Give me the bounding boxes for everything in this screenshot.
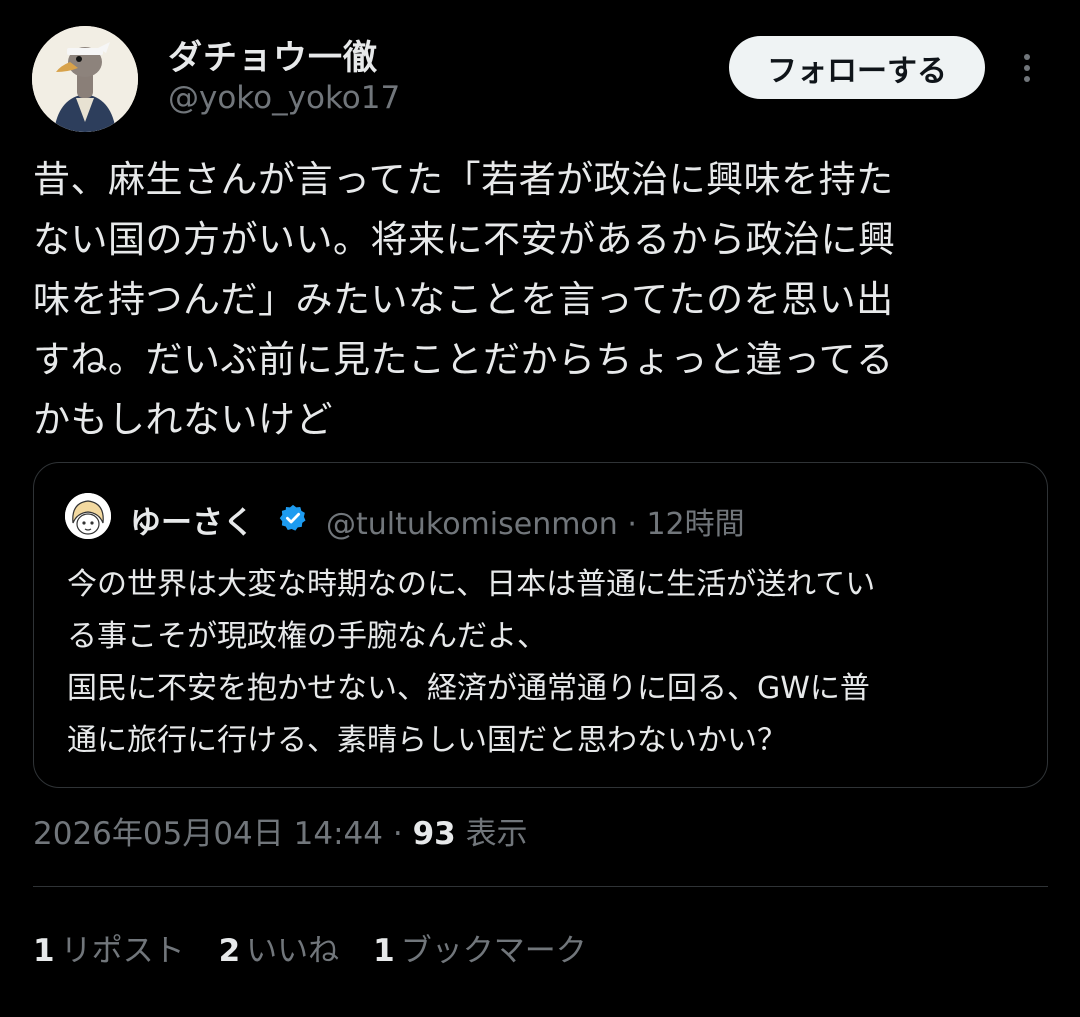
author-avatar[interactable] [32,26,138,132]
meta-separator: · [392,816,403,852]
views-label: 表示 [465,816,528,852]
quoted-author-name[interactable]: ゆーさく [130,497,254,542]
quoted-time[interactable]: 12時間 [646,507,744,542]
bookmarks-label: ブックマーク [400,933,587,969]
reposts-stat[interactable]: 1 リポスト [33,925,185,970]
engagement-stats: 1 リポスト 2 いいね 1 ブックマーク [33,925,587,970]
ostrich-avatar-icon [32,26,138,132]
author-display-name[interactable]: ダチョウ一徹 [168,30,378,79]
likes-count: 2 [218,933,241,969]
reposts-label: リポスト [60,933,185,969]
divider [33,886,1048,887]
quoted-meta: @tultukomisenmon · 12時間 [326,499,745,543]
quoted-author-handle[interactable]: @tultukomisenmon [326,507,618,542]
reposts-count: 1 [33,933,55,969]
quoted-tweet[interactable]: ゆーさく @tultukomisenmon · 12時間 今の世界は大変な時期な… [33,462,1048,788]
views-count: 93 [412,816,456,852]
more-vertical-icon[interactable] [1012,48,1042,88]
follow-button[interactable]: フォローする [729,36,985,99]
quoted-author-avatar[interactable] [65,493,111,539]
tweet-detail: ダチョウ一徹 @yoko_yoko17 フォローする 昔、麻生さんが言ってた「若… [0,0,1080,1017]
quoted-tweet-text: 今の世界は大変な時期なのに、日本は普通に生活が送れてい る事こそが現政権の手腕な… [67,567,876,758]
bookmarks-stat[interactable]: 1 ブックマーク [373,925,587,970]
timestamp[interactable]: 2026年05月04日 14:44 [33,816,383,852]
timestamp-row: 2026年05月04日 14:44 · 93 表示 [33,808,528,853]
likes-label: いいね [246,933,340,969]
likes-stat[interactable]: 2 いいね [219,925,340,970]
tweet-text: 昔、麻生さんが言ってた「若者が政治に興味を持た ない国の方がいい。将来に不安があ… [33,158,896,441]
anime-avatar-icon [65,493,111,539]
meta-separator: · [627,507,637,542]
verified-badge-icon [279,504,306,531]
author-handle[interactable]: @yoko_yoko17 [168,80,400,116]
bookmarks-count: 1 [373,933,395,969]
